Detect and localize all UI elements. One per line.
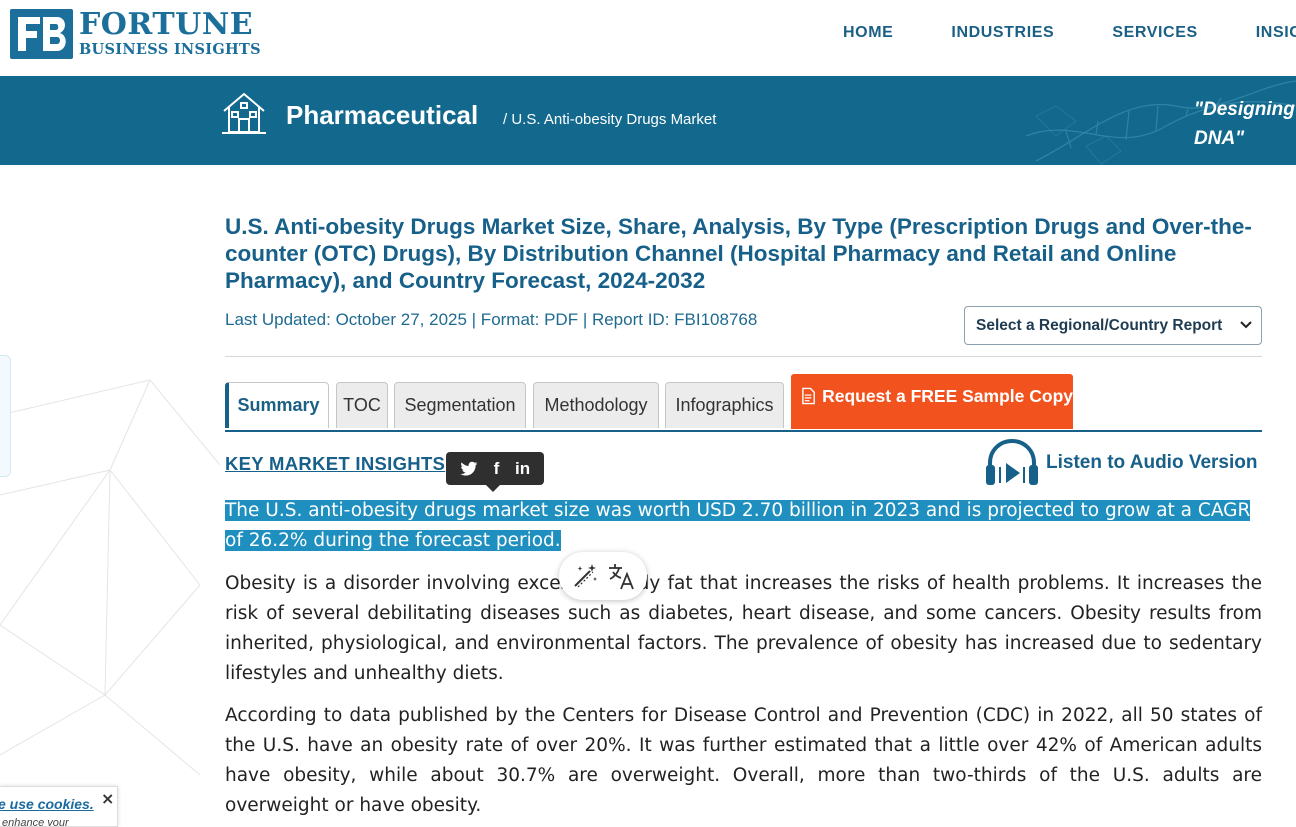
sample-prefix: Request a — [822, 386, 911, 406]
audio-version-link[interactable]: Listen to Audio Version — [984, 437, 1257, 489]
nav-insights[interactable]: INSIGHT — [1256, 24, 1296, 42]
cookie-text: enhance your — [2, 817, 69, 827]
logo-line2: BUSINESS INSIGHTS — [79, 41, 261, 59]
highlighted-summary[interactable]: The U.S. anti-obesity drugs market size … — [225, 496, 1262, 556]
cookie-link[interactable]: e use cookies. — [0, 796, 94, 812]
linkedin-icon[interactable]: in — [515, 459, 530, 479]
quote-line1: "Designing — [1194, 99, 1295, 120]
sample-free: FREE — [910, 386, 958, 406]
document-edit-icon — [802, 387, 815, 405]
tab-summary[interactable]: Summary — [225, 382, 329, 428]
selection-toolbar — [559, 552, 647, 600]
report-title: U.S. Anti-obesity Drugs Market Size, Sha… — [225, 214, 1252, 293]
audio-version-label: Listen to Audio Version — [1046, 452, 1258, 473]
highlight-line1: The U.S. anti-obesity drugs market size … — [225, 500, 1251, 521]
paragraph-cdc: According to data published by the Cente… — [225, 705, 1262, 816]
fbi-logo-mark-icon — [10, 9, 73, 59]
main-nav: HOME INDUSTRIES SERVICES INSIGHT — [843, 24, 1296, 42]
side-feedback-tab[interactable] — [0, 355, 11, 477]
key-market-insights-heading[interactable]: KEY MARKET INSIGHTS — [225, 453, 445, 475]
divider — [225, 356, 1262, 357]
magic-wand-icon[interactable] — [570, 561, 600, 591]
cookie-notice: e use cookies. enhance your × — [0, 786, 118, 827]
logo-line1: FORTUNE — [79, 7, 254, 43]
category-banner: Pharmaceutical / U.S. Anti-obesity Drugs… — [0, 76, 1296, 165]
tab-toc[interactable]: TOC — [336, 382, 388, 428]
breadcrumb: / U.S. Anti-obesity Drugs Market — [503, 111, 717, 128]
region-report-select[interactable]: Select a Regional/Country Report — [964, 306, 1262, 345]
top-header: FORTUNE BUSINESS INSIGHTS HOME INDUSTRIE… — [0, 0, 1296, 76]
headphones-play-icon — [986, 438, 1038, 485]
fortune-logo[interactable]: FORTUNE BUSINESS INSIGHTS — [10, 8, 270, 60]
tab-methodology[interactable]: Methodology — [533, 382, 659, 428]
report-tabs: Summary TOC Segmentation Methodology Inf… — [225, 374, 1262, 432]
house-icon — [222, 92, 266, 134]
share-popover: f in — [446, 452, 544, 492]
facebook-icon[interactable]: f — [494, 459, 500, 479]
paragraph-obesity: Obesity is a disorder involving excessiv… — [225, 573, 1262, 684]
twitter-icon[interactable] — [460, 461, 478, 477]
tab-segmentation[interactable]: Segmentation — [394, 382, 526, 428]
region-select-label: Select a Regional/Country Report — [976, 316, 1223, 334]
translate-icon[interactable] — [606, 561, 636, 591]
nav-home[interactable]: HOME — [843, 24, 893, 42]
request-sample-button[interactable]: Request a FREE Sample Copy — [791, 374, 1073, 429]
category-title: Pharmaceutical — [286, 100, 479, 130]
chevron-down-icon — [1240, 321, 1252, 329]
tabs-underline — [225, 430, 1262, 432]
highlight-line2: of 26.2% during the forecast period. — [225, 530, 561, 551]
sample-suffix: Sample Copy — [957, 386, 1073, 406]
report-meta: Last Updated: October 27, 2025 | Format:… — [225, 310, 758, 329]
banner-quote: "Designing DNA" — [1194, 95, 1295, 153]
nav-industries[interactable]: INDUSTRIES — [951, 24, 1054, 42]
nav-services[interactable]: SERVICES — [1112, 24, 1197, 42]
close-icon[interactable]: × — [101, 789, 114, 808]
quote-line2: DNA" — [1194, 128, 1245, 149]
tab-infographics[interactable]: Infographics — [665, 382, 784, 428]
network-background-icon — [0, 379, 220, 776]
